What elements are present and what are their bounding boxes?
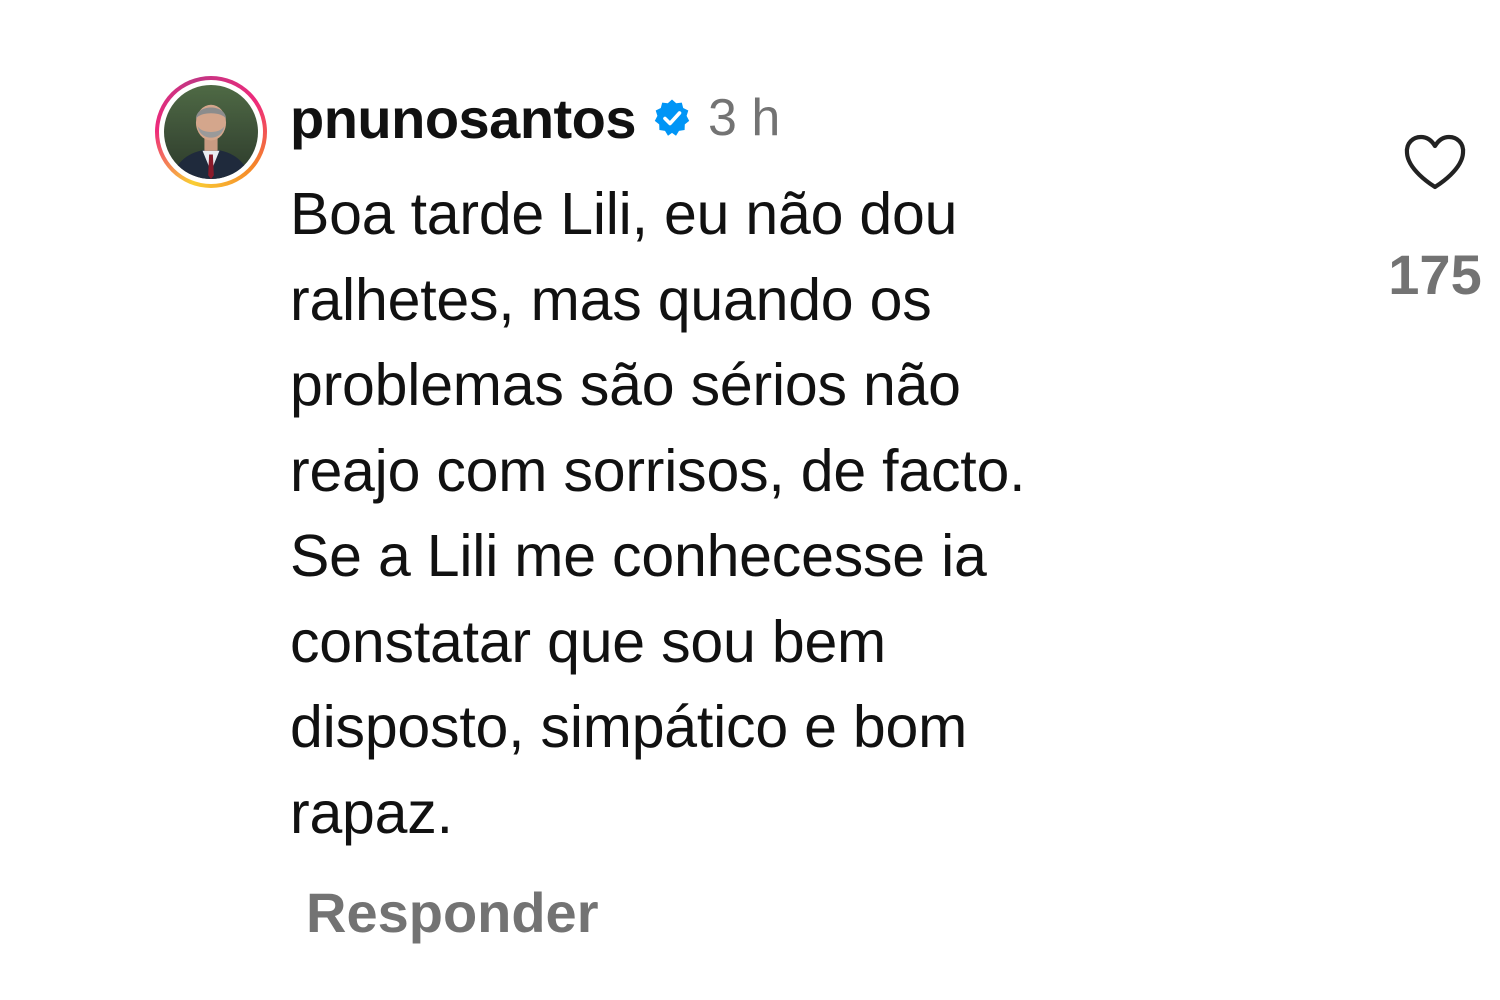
avatar-photo	[164, 85, 258, 179]
avatar-story-ring[interactable]	[155, 76, 267, 188]
like-count: 175	[1388, 243, 1482, 306]
reply-button[interactable]: Responder	[306, 880, 599, 945]
comment-header: pnunosantos 3 h	[290, 86, 780, 150]
avatar-ring-gap	[159, 80, 263, 184]
heart-icon[interactable]	[1402, 130, 1468, 196]
like-column: 175	[1380, 130, 1490, 307]
username[interactable]: pnunosantos	[290, 86, 637, 151]
comment: pnunosantos 3 h Boa tarde Lili, eu não d…	[0, 0, 1500, 1000]
verified-badge-icon	[652, 98, 692, 138]
avatar[interactable]	[164, 85, 258, 179]
comment-text: Boa tarde Lili, eu não dou ralhetes, mas…	[290, 181, 1026, 846]
timestamp: 3 h	[708, 89, 781, 147]
